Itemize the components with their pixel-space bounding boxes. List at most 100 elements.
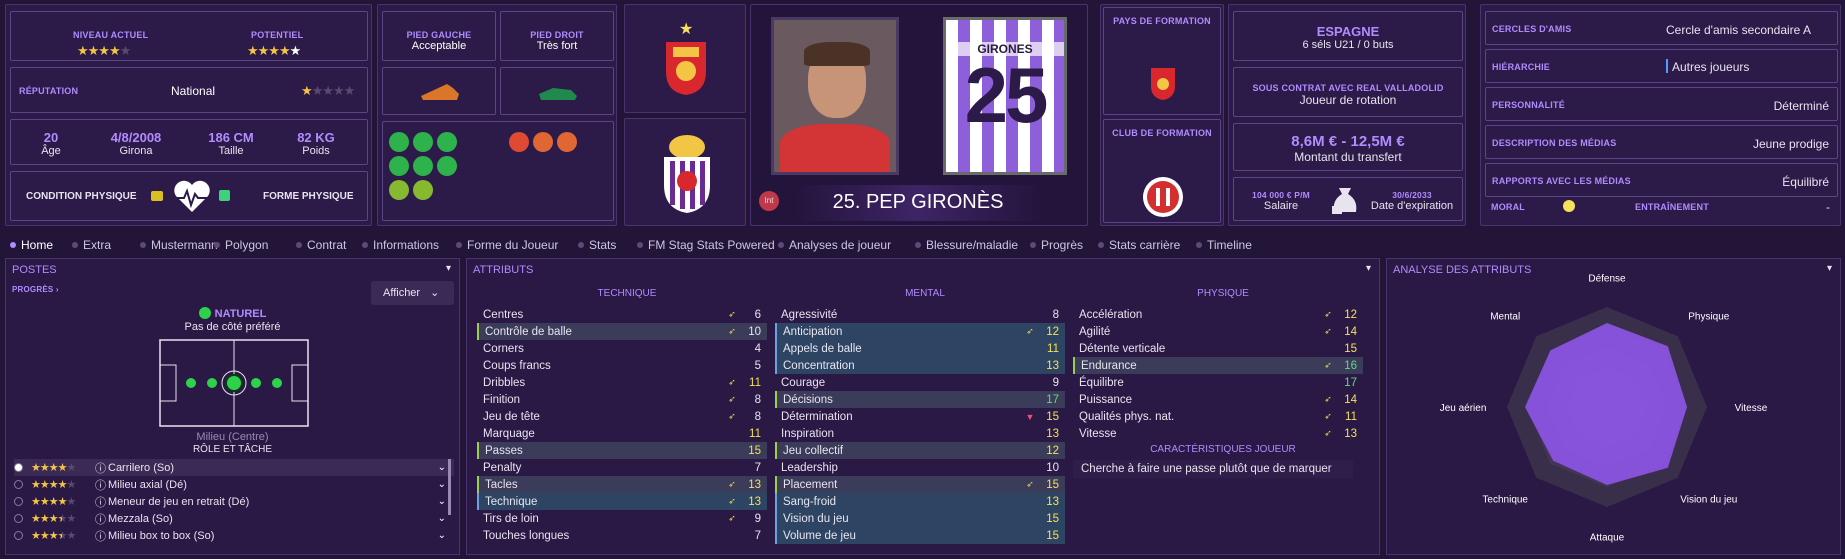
attribute-row[interactable]: Détente verticale 15	[1073, 340, 1363, 357]
positions-collapse-icon[interactable]: ▾	[446, 263, 451, 274]
role-chevron-icon[interactable]: ⌄	[438, 479, 446, 490]
show-button[interactable]: Afficher ⌄	[371, 281, 454, 305]
attribute-row[interactable]: Volume de jeu 15	[775, 527, 1065, 544]
role-chevron-icon[interactable]: ⌄	[438, 513, 446, 524]
attribute-name: Finition	[483, 393, 521, 406]
tab-dot-icon	[72, 242, 78, 248]
national-crest-card: ★	[624, 4, 746, 113]
role-item[interactable]: ★★★★★ ⓘ Milieu box to box (So) ⌄	[14, 527, 454, 544]
form-indicator-icon	[219, 190, 230, 201]
attribute-row[interactable]: Touches longues 7	[477, 527, 767, 544]
attribute-value: 11	[749, 427, 761, 440]
attribute-row[interactable]: Inspiration 13	[775, 425, 1065, 442]
trait-flask-icon[interactable]	[557, 132, 577, 152]
tab-11[interactable]: Progrès	[1030, 238, 1083, 252]
attribute-row[interactable]: Placement ➶ 15	[775, 476, 1065, 493]
radar-axis-label: Vision du jeu	[1680, 494, 1737, 505]
attribute-row[interactable]: Marquage 11	[477, 425, 767, 442]
attribute-row[interactable]: Sang-froid 13	[775, 493, 1065, 510]
attribute-row[interactable]: Leadership 10	[775, 459, 1065, 476]
trait-green-icon-3[interactable]	[389, 156, 409, 176]
role-radio[interactable]	[14, 480, 23, 489]
attribute-row[interactable]: Penalty 7	[477, 459, 767, 476]
tab-8[interactable]: FM Stag Stats Powered	[637, 238, 775, 252]
tab-6[interactable]: Forme du Joueur	[456, 238, 558, 252]
arrow-up-icon: ➶	[1324, 326, 1332, 336]
attribute-row[interactable]: Détermination ▼ 15	[775, 408, 1065, 425]
role-item[interactable]: ★★★★★ ⓘ Meneur de jeu en retrait (Dé) ⌄	[14, 493, 454, 510]
attribute-row[interactable]: Passes 15	[477, 442, 767, 459]
role-radio[interactable]	[14, 497, 23, 506]
role-item[interactable]: ★★★★★ ⓘ Carrilero (So) ⌄	[14, 459, 454, 476]
info-icon[interactable]: ⓘ	[95, 511, 106, 527]
attribute-row[interactable]: Tacles ➶ 13	[477, 476, 767, 493]
info-icon[interactable]: ⓘ	[95, 477, 106, 493]
info-icon[interactable]: ⓘ	[95, 494, 106, 510]
attribute-row[interactable]: Centres ➶ 6	[477, 306, 767, 323]
attribute-row[interactable]: Jeu de tête ➶ 8	[477, 408, 767, 425]
attribute-row[interactable]: Concentration 13	[775, 357, 1065, 374]
attributes-collapse-icon[interactable]: ▾	[1366, 263, 1371, 274]
attribute-row[interactable]: Agilité ➶ 14	[1073, 323, 1363, 340]
tab-3[interactable]: Polygon	[214, 238, 268, 252]
attribute-row[interactable]: Qualités phys. nat. ➶ 11	[1073, 408, 1363, 425]
role-item[interactable]: ★★★★★ ⓘ Milieu axial (Dé) ⌄	[14, 476, 454, 493]
attribute-row[interactable]: Coups francs 5	[477, 357, 767, 374]
trait-green-icon-2[interactable]	[413, 132, 433, 152]
tab-13[interactable]: Timeline	[1196, 238, 1252, 252]
role-radio[interactable]	[14, 463, 23, 472]
attribute-row[interactable]: Puissance ➶ 14	[1073, 391, 1363, 408]
trait-red-icon-1[interactable]	[509, 132, 529, 152]
attribute-row[interactable]: Vision du jeu 15	[775, 510, 1065, 527]
tab-5[interactable]: Informations	[362, 238, 439, 252]
attribute-row[interactable]: Vitesse ➶ 13	[1073, 425, 1363, 442]
attribute-row[interactable]: Agressivité 8	[775, 306, 1065, 323]
role-item[interactable]: ★★★★★ ⓘ Mezzala (So) ⌄	[14, 510, 454, 527]
attribute-row[interactable]: Anticipation ➶ 12	[775, 323, 1065, 340]
attribute-row[interactable]: Décisions 17	[775, 391, 1065, 408]
attribute-row[interactable]: Courage 9	[775, 374, 1065, 391]
arrow-up-icon: ➶	[728, 326, 736, 336]
role-chevron-icon[interactable]: ⌄	[438, 462, 446, 473]
attribute-row[interactable]: Accélération ➶ 12	[1073, 306, 1363, 323]
attribute-row[interactable]: Tirs de loin ➶ 9	[477, 510, 767, 527]
training-value: -	[1826, 200, 1830, 214]
attribute-row[interactable]: Appels de balle 11	[775, 340, 1065, 357]
role-name: Carrilero (So)	[108, 461, 175, 474]
role-radio[interactable]	[14, 531, 23, 540]
attribute-row[interactable]: Équilibre 17	[1073, 374, 1363, 391]
role-chevron-icon[interactable]: ⌄	[438, 496, 446, 507]
tab-10[interactable]: Blessure/maladie	[915, 238, 1018, 252]
trait-green-icon-5[interactable]	[437, 156, 457, 176]
trait-green-icon-1[interactable]	[389, 132, 409, 152]
info-icon[interactable]: ⓘ	[95, 460, 106, 476]
attribute-row[interactable]: Dribbles ➶ 11	[477, 374, 767, 391]
tab-4[interactable]: Contrat	[296, 238, 346, 252]
attribute-row[interactable]: Finition ➶ 8	[477, 391, 767, 408]
role-radio[interactable]	[14, 514, 23, 523]
tab-12[interactable]: Stats carrière	[1098, 238, 1180, 252]
trait-lime-icon-1[interactable]	[389, 180, 409, 200]
trait-star-icon[interactable]	[437, 132, 457, 152]
tab-9[interactable]: Analyses de joueur	[778, 238, 891, 252]
role-chevron-icon[interactable]: ⌄	[438, 530, 446, 541]
attribute-row[interactable]: Jeu collectif 12	[775, 442, 1065, 459]
attribute-row[interactable]: Corners 4	[477, 340, 767, 357]
roles-scrollbar[interactable]	[448, 459, 451, 515]
tab-label: Analyses de joueur	[789, 238, 892, 252]
tab-1[interactable]: Extra	[72, 238, 111, 252]
attribute-name: Concentration	[783, 359, 855, 372]
trait-item[interactable]: Cherche à faire une passe plutôt que de …	[1073, 460, 1353, 478]
info-icon[interactable]: ⓘ	[95, 528, 106, 544]
attribute-row[interactable]: Endurance ➶ 16	[1073, 357, 1363, 374]
attribute-row[interactable]: Contrôle de balle ➶ 10	[477, 323, 767, 340]
progress-link[interactable]: PROGRÈS ›	[12, 285, 59, 294]
trait-green-icon-4[interactable]	[413, 156, 433, 176]
attribute-row[interactable]: Technique ➶ 13	[477, 493, 767, 510]
tab-0[interactable]: Home	[10, 238, 53, 252]
trait-red-icon-2[interactable]	[533, 132, 553, 152]
tab-7[interactable]: Stats	[578, 238, 616, 252]
trait-lime-icon-2[interactable]	[413, 180, 433, 200]
tab-label: Extra	[83, 238, 112, 252]
tab-2[interactable]: Mustermann	[140, 238, 218, 252]
